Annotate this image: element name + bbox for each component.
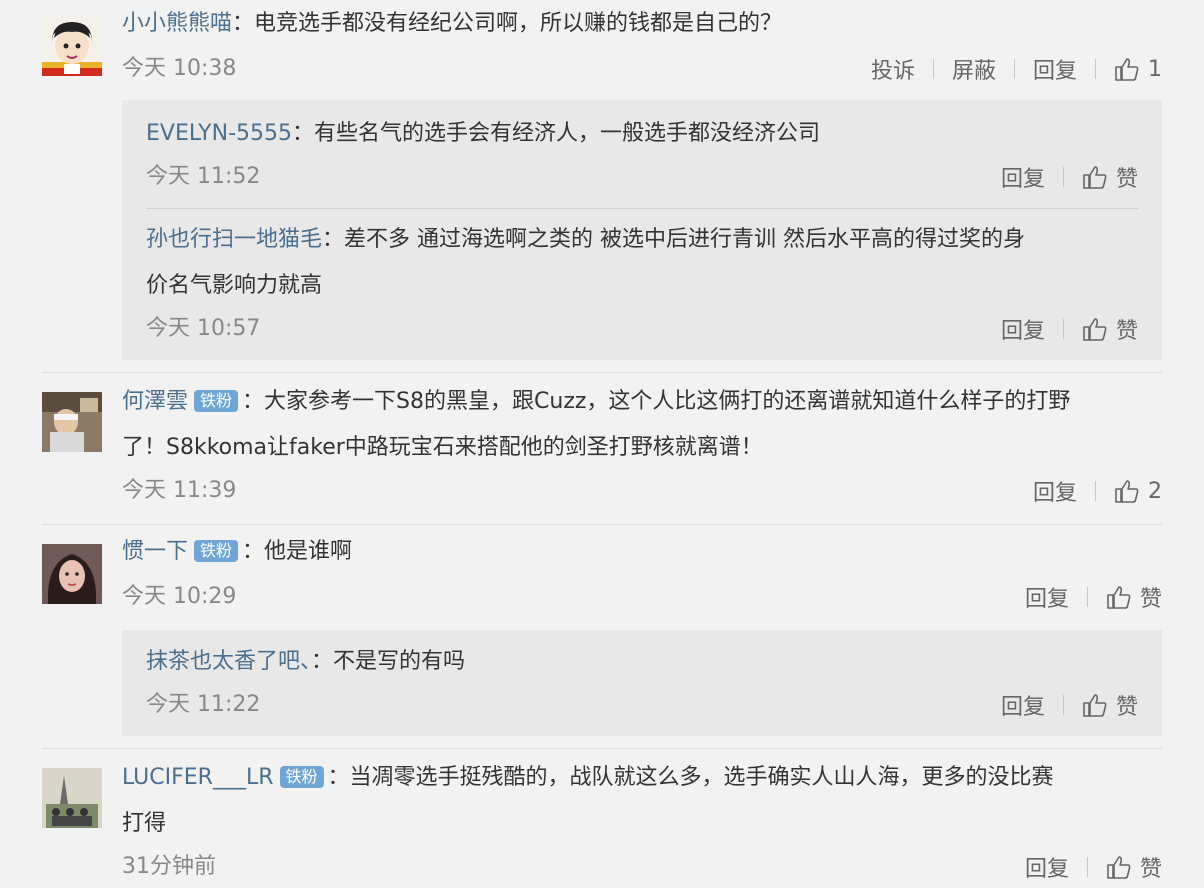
username[interactable]: 惯一下 bbox=[122, 539, 188, 564]
reply-button[interactable]: 回复 bbox=[1033, 53, 1077, 85]
timestamp: 今天 11:22 bbox=[146, 692, 261, 717]
divider bbox=[42, 524, 1162, 525]
divider bbox=[1013, 59, 1015, 79]
comment-actions: 回复 2 bbox=[1033, 475, 1162, 507]
divider bbox=[1086, 857, 1088, 877]
thumbs-up-icon bbox=[1107, 586, 1131, 609]
like-button[interactable]: 赞 bbox=[1082, 313, 1138, 345]
username[interactable]: 抹茶也太香了吧、 bbox=[146, 649, 311, 674]
timestamp: 31分钟前 bbox=[122, 854, 216, 879]
comment-text-continued: 了！S8kkoma让faker中路玩宝石来搭配他的剑圣打野核就离谱！ bbox=[122, 435, 763, 460]
divider bbox=[1062, 695, 1064, 715]
timestamp: 今天 11:39 bbox=[122, 478, 237, 503]
thumbs-up-icon bbox=[1083, 694, 1107, 717]
report-button[interactable]: 投诉 bbox=[871, 53, 915, 85]
reply-text: EVELYN-5555：有些名气的选手会有经济人，一般选手都没经济公司 bbox=[146, 121, 821, 146]
thumbs-up-icon bbox=[1083, 318, 1107, 341]
reply-button[interactable]: 回复 bbox=[1001, 313, 1045, 345]
reply-button[interactable]: 回复 bbox=[1025, 851, 1069, 883]
fan-badge: 铁粉 bbox=[194, 390, 239, 412]
like-count: 1 bbox=[1148, 56, 1162, 82]
like-button[interactable]: 2 bbox=[1114, 478, 1162, 504]
username[interactable]: 孙也行扫一地猫毛 bbox=[146, 227, 322, 252]
reply-text: 孙也行扫一地猫毛：差不多 通过海选啊之类的 被选中后进行青训 然后水平高的得过奖… bbox=[146, 227, 1026, 252]
reply-text-continued: 价名气影响力就高 bbox=[146, 273, 323, 298]
fan-badge: 铁粉 bbox=[194, 540, 239, 562]
like-button[interactable]: 赞 bbox=[1106, 581, 1162, 613]
username[interactable]: 小小熊熊喵 bbox=[122, 11, 232, 36]
avatar[interactable] bbox=[42, 392, 102, 452]
divider bbox=[42, 748, 1162, 749]
like-button[interactable]: 赞 bbox=[1082, 161, 1138, 193]
reply-actions: 回复 赞 bbox=[1001, 314, 1138, 344]
reply-button[interactable]: 回复 bbox=[1001, 689, 1045, 721]
reply-button[interactable]: 回复 bbox=[1033, 475, 1077, 507]
comment-actions: 投诉 屏蔽 回复 1 bbox=[871, 53, 1162, 85]
comment-text: 小小熊熊喵：电竞选手都没有经纪公司啊，所以赚的钱都是自己的？ bbox=[122, 11, 783, 36]
timestamp: 今天 11:52 bbox=[146, 164, 261, 189]
reply-button[interactable]: 回复 bbox=[1001, 161, 1045, 193]
comment-actions: 回复 赞 bbox=[1025, 852, 1162, 882]
reply-button[interactable]: 回复 bbox=[1025, 581, 1069, 613]
like-label: 赞 bbox=[1115, 167, 1138, 192]
like-label: 赞 bbox=[1115, 319, 1138, 344]
like-button[interactable]: 1 bbox=[1114, 56, 1162, 82]
comment-text: 惯一下 铁粉 ：他是谁啊 bbox=[122, 539, 353, 564]
divider bbox=[146, 208, 1138, 209]
avatar[interactable] bbox=[42, 544, 102, 604]
comment-text-continued: 打得 bbox=[122, 811, 167, 836]
block-button[interactable]: 屏蔽 bbox=[952, 53, 996, 85]
thumbs-up-icon bbox=[1115, 480, 1139, 503]
reply-text: 抹茶也太香了吧、：不是写的有吗 bbox=[146, 649, 466, 674]
avatar[interactable] bbox=[42, 16, 102, 76]
like-label: 赞 bbox=[1115, 695, 1138, 720]
divider bbox=[1062, 319, 1064, 339]
reply-actions: 回复 赞 bbox=[1001, 690, 1138, 720]
divider bbox=[932, 59, 934, 79]
thumbs-up-icon bbox=[1115, 58, 1139, 81]
thumbs-up-icon bbox=[1083, 166, 1107, 189]
timestamp: 今天 10:38 bbox=[122, 56, 237, 81]
like-button[interactable]: 赞 bbox=[1106, 851, 1162, 883]
divider bbox=[1095, 59, 1096, 79]
divider bbox=[1086, 587, 1088, 607]
divider bbox=[42, 372, 1162, 373]
username[interactable]: LUCIFER___LR bbox=[122, 765, 274, 790]
username[interactable]: EVELYN-5555 bbox=[146, 121, 292, 146]
like-count: 2 bbox=[1148, 478, 1162, 504]
timestamp: 今天 10:57 bbox=[146, 316, 261, 341]
like-button[interactable]: 赞 bbox=[1082, 689, 1138, 721]
comment-text: 何澤雲 铁粉 ：大家参考一下S8的黑皇，跟Cuzz，这个人比这俩打的还离谱就知道什么… bbox=[122, 389, 1071, 414]
reply-actions: 回复 赞 bbox=[1001, 162, 1138, 192]
timestamp: 今天 10:29 bbox=[122, 584, 237, 609]
divider bbox=[1062, 167, 1064, 187]
divider bbox=[1095, 481, 1096, 501]
avatar[interactable] bbox=[42, 768, 102, 828]
like-label: 赞 bbox=[1139, 587, 1162, 612]
comment-text: LUCIFER___LR 铁粉 ：当凋零选手挺残酷的，战队就这么多，选手确实人山人海… bbox=[122, 765, 1054, 790]
thumbs-up-icon bbox=[1107, 856, 1131, 879]
username[interactable]: 何澤雲 bbox=[122, 389, 188, 414]
fan-badge: 铁粉 bbox=[279, 766, 324, 788]
like-label: 赞 bbox=[1139, 857, 1162, 882]
comment-actions: 回复 赞 bbox=[1025, 582, 1162, 612]
